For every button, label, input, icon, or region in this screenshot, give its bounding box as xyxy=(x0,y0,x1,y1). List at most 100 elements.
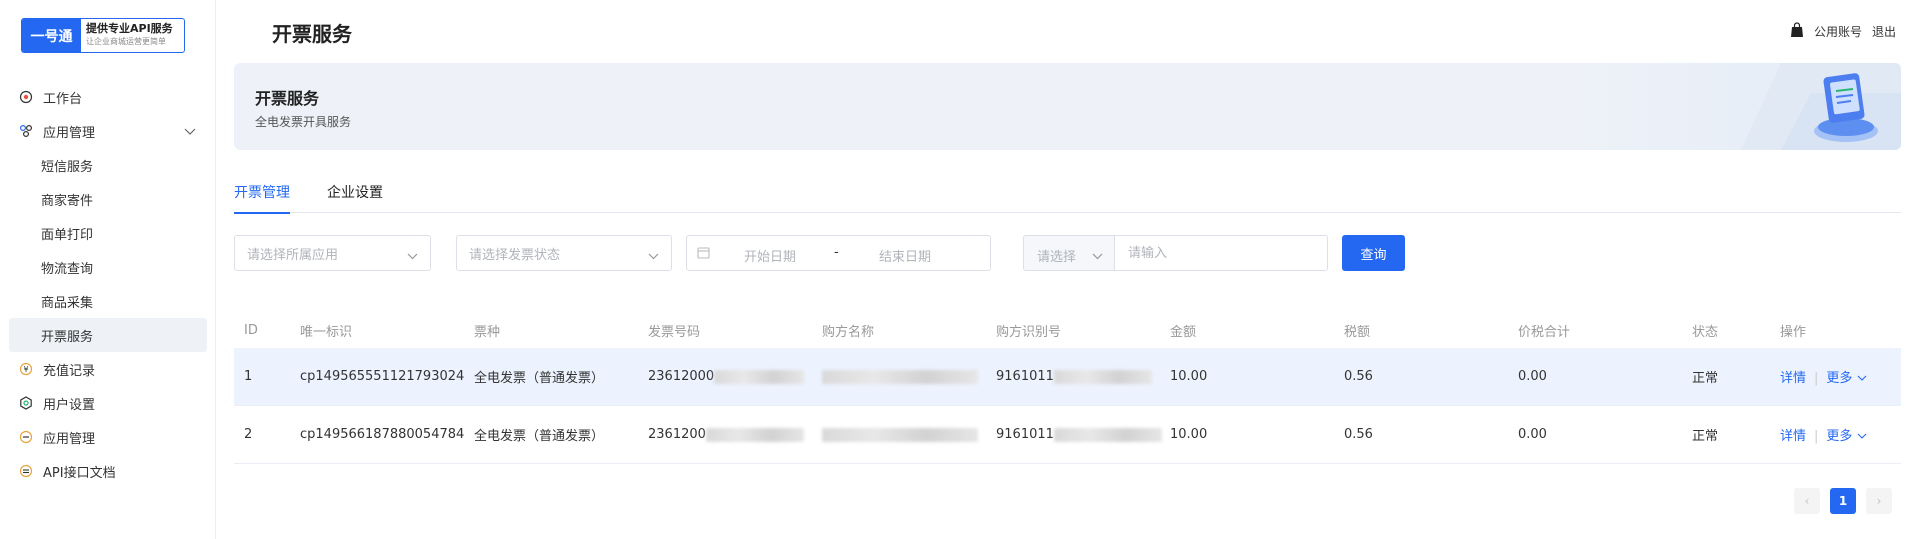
date-separator: - xyxy=(834,245,839,260)
pagination: ‹ 1 › xyxy=(1784,488,1892,514)
chevron-down-icon xyxy=(1857,375,1866,381)
sidebar-item-label: API接口文档 xyxy=(43,465,116,481)
sidebar: 一号通 提供专业API服务 让企业商城运营更简单 工作台 应用管理 短信服务 商… xyxy=(0,0,216,539)
detail-link[interactable]: 详情 xyxy=(1780,371,1806,386)
calendar-icon xyxy=(697,246,710,263)
tabs: 开票管理 企业设置 xyxy=(234,176,1901,214)
col-header-total: 价税合计 xyxy=(1518,324,1571,340)
page-title: 开票服务 xyxy=(272,22,352,46)
cell-tax: 0.56 xyxy=(1344,427,1373,442)
sidebar-item-label: 充值记录 xyxy=(43,363,96,379)
sidebar-item-label: 应用管理 xyxy=(43,125,96,141)
sidebar-item-label: 工作台 xyxy=(43,91,83,107)
chevron-up-icon xyxy=(184,125,196,140)
table-header: ID 唯一标识 票种 发票号码 购方名称 购方识别号 金额 税额 价税合计 状态… xyxy=(234,312,1901,348)
main-content: 开票服务 公用账号 退出 开票服务 全电发票开具服务 开票管理 企业设置 请选择… xyxy=(216,0,1920,539)
account-name[interactable]: 公用账号 xyxy=(1814,23,1862,40)
sidebar-item-label: 用户设置 xyxy=(43,397,96,413)
divider: | xyxy=(1814,371,1819,386)
logo[interactable]: 一号通 提供专业API服务 让企业商城运营更简单 xyxy=(21,18,185,53)
table-row[interactable]: 1 cp149565551121793024 全电发票（普通发票） 236120… xyxy=(234,348,1901,406)
sidebar-item-recharge[interactable]: ¥ 充值记录 xyxy=(0,352,216,386)
sidebar-subitem-waybill-print[interactable]: 面单打印 xyxy=(0,216,216,250)
chevron-down-icon xyxy=(648,249,659,264)
logo-mark: 一号通 xyxy=(22,19,81,52)
redacted-block xyxy=(822,369,978,384)
app-nodes-icon xyxy=(19,124,33,138)
user-area: 公用账号 退出 xyxy=(1790,22,1896,41)
date-range-picker[interactable]: 开始日期 - 结束日期 xyxy=(686,235,991,271)
tab-invoice-manage[interactable]: 开票管理 xyxy=(234,182,290,214)
sidebar-menu: 工作台 应用管理 短信服务 商家寄件 面单打印 物流查询 商品采集 开票服务 ¥… xyxy=(0,80,216,488)
col-header-actions: 操作 xyxy=(1780,324,1807,340)
col-header-type: 票种 xyxy=(474,324,501,340)
status-select[interactable]: 请选择发票状态 xyxy=(456,235,672,271)
sidebar-subitem-invoice[interactable]: 开票服务 xyxy=(9,318,207,352)
col-header-uid: 唯一标识 xyxy=(300,324,353,340)
sidebar-item-app-manage-2[interactable]: 应用管理 xyxy=(0,420,216,454)
banner-subtitle: 全电发票开具服务 xyxy=(255,115,352,129)
detail-link[interactable]: 详情 xyxy=(1780,429,1806,444)
query-button[interactable]: 查询 xyxy=(1342,235,1405,271)
doc-icon xyxy=(19,464,33,478)
cell-uid: cp149565551121793024 xyxy=(300,369,465,384)
redacted-block xyxy=(1053,369,1152,384)
logo-tagline: 提供专业API服务 xyxy=(86,22,173,35)
cell-invoice-no: 23612000 xyxy=(648,369,715,384)
sidebar-item-label: 应用管理 xyxy=(43,431,96,447)
minus-circle-icon xyxy=(19,430,33,444)
col-header-amount: 金额 xyxy=(1170,324,1197,340)
sidebar-item-api-docs[interactable]: API接口文档 xyxy=(0,454,216,488)
col-header-invoice-no: 发票号码 xyxy=(648,324,701,340)
prev-page-button[interactable]: ‹ xyxy=(1794,488,1820,514)
settings-icon xyxy=(19,396,33,410)
bag-icon xyxy=(1790,22,1804,41)
cell-invoice-no: 2361200 xyxy=(648,427,706,442)
invoice-illustration-icon xyxy=(1741,63,1901,150)
yen-icon: ¥ xyxy=(19,362,33,376)
service-banner: 开票服务 全电发票开具服务 xyxy=(234,63,1901,150)
next-page-button[interactable]: › xyxy=(1866,488,1892,514)
sidebar-subitem-sms[interactable]: 短信服务 xyxy=(0,148,216,182)
target-icon xyxy=(19,90,33,104)
logo-subtagline: 让企业商城运营更简单 xyxy=(86,37,166,46)
cell-status: 正常 xyxy=(1692,371,1719,386)
tab-company-settings[interactable]: 企业设置 xyxy=(327,182,383,212)
invoice-table: ID 唯一标识 票种 发票号码 购方名称 购方识别号 金额 税额 价税合计 状态… xyxy=(234,312,1901,464)
sidebar-subitem-product-collect[interactable]: 商品采集 xyxy=(0,284,216,318)
redacted-block xyxy=(1053,427,1162,442)
chevron-down-icon xyxy=(1857,433,1866,439)
app-select-placeholder: 请选择所属应用 xyxy=(247,247,339,263)
cell-total: 0.00 xyxy=(1518,427,1547,442)
search-combo: 请选择 xyxy=(1023,235,1328,271)
sidebar-item-app-manage[interactable]: 应用管理 xyxy=(0,114,216,148)
search-field-select[interactable]: 请选择 xyxy=(1024,236,1115,270)
cell-amount: 10.00 xyxy=(1170,369,1208,384)
end-date-input[interactable]: 结束日期 xyxy=(879,246,931,265)
sidebar-item-user-settings[interactable]: 用户设置 xyxy=(0,386,216,420)
start-date-input[interactable]: 开始日期 xyxy=(744,246,796,265)
page-button-current[interactable]: 1 xyxy=(1830,488,1856,514)
sidebar-subitem-logistics[interactable]: 物流查询 xyxy=(0,250,216,284)
more-dropdown[interactable]: 更多 xyxy=(1826,371,1852,386)
app-select[interactable]: 请选择所属应用 xyxy=(234,235,431,271)
divider: | xyxy=(1814,429,1819,444)
table-row[interactable]: 2 cp149566187880054784 全电发票（普通发票） 236120… xyxy=(234,406,1901,464)
redacted-block xyxy=(822,427,978,442)
sidebar-subitem-shipping[interactable]: 商家寄件 xyxy=(0,182,216,216)
sidebar-item-workbench[interactable]: 工作台 xyxy=(0,80,216,114)
banner-title: 开票服务 xyxy=(255,89,320,108)
cell-type: 全电发票（普通发票） xyxy=(474,371,605,386)
more-dropdown[interactable]: 更多 xyxy=(1826,429,1852,444)
logout-link[interactable]: 退出 xyxy=(1872,23,1896,40)
col-header-status: 状态 xyxy=(1692,324,1719,340)
col-header-tax: 税额 xyxy=(1344,324,1371,340)
search-input[interactable] xyxy=(1115,236,1327,270)
cell-amount: 10.00 xyxy=(1170,427,1208,442)
chevron-down-icon xyxy=(1092,249,1103,264)
status-select-placeholder: 请选择发票状态 xyxy=(469,247,561,263)
cell-uid: cp149566187880054784 xyxy=(300,427,465,442)
cell-tax: 0.56 xyxy=(1344,369,1373,384)
cell-id: 2 xyxy=(244,427,253,442)
redacted-block xyxy=(714,369,805,384)
